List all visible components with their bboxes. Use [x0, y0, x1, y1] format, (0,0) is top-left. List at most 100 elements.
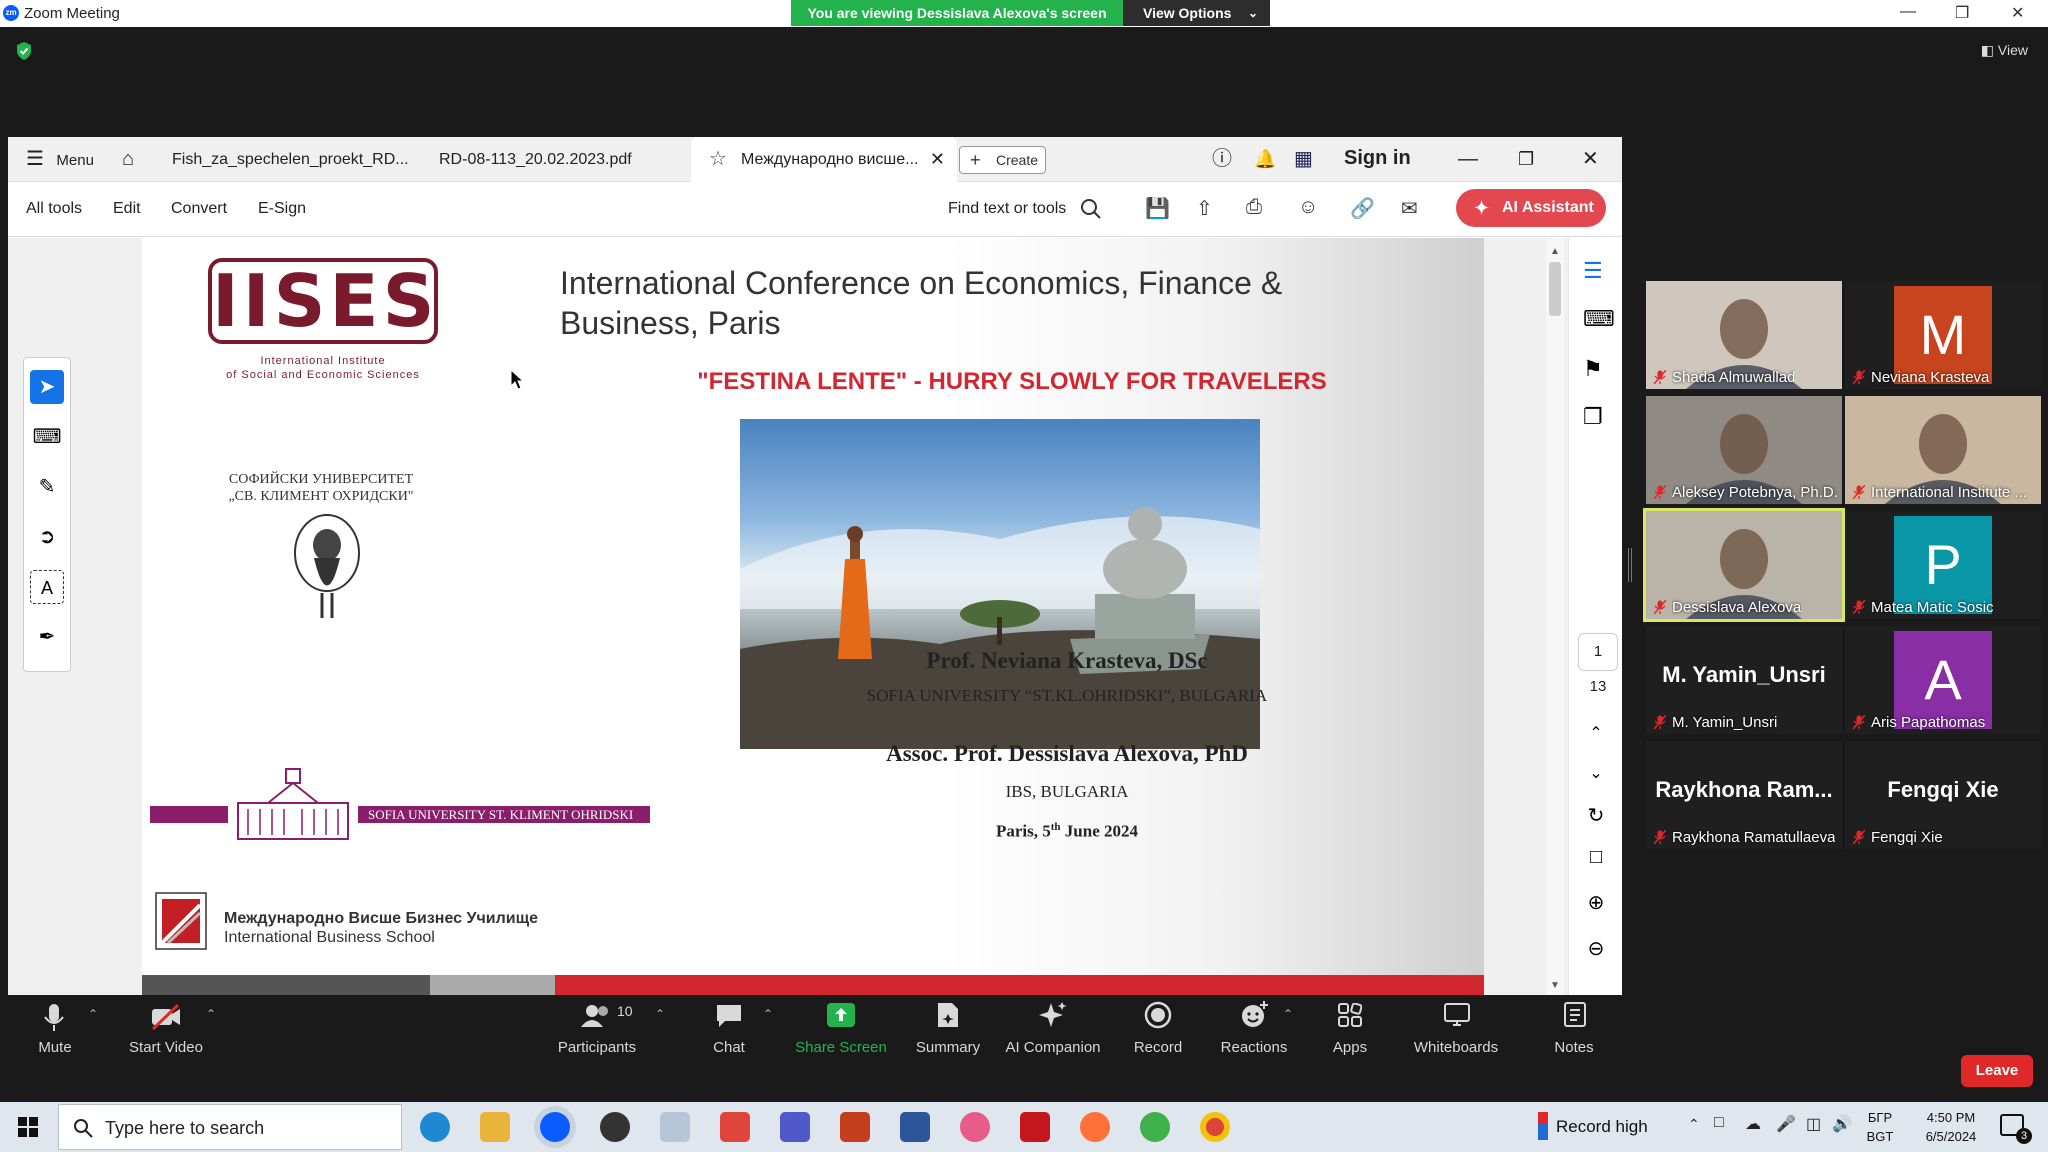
acrobat-close-button[interactable]: ✕	[1582, 137, 1599, 182]
page-number-input[interactable]: 1	[1578, 633, 1618, 671]
print-icon[interactable]: ⎙	[1246, 196, 1262, 219]
cloud-app-icon[interactable]	[1140, 1112, 1170, 1142]
anydesk-icon[interactable]	[720, 1112, 750, 1142]
participant-tile[interactable]: Fengqi Xie Fengqi Xie	[1845, 741, 2041, 849]
network-icon[interactable]: ◫	[1806, 1114, 1821, 1134]
esign-menu[interactable]: E-Sign	[258, 200, 306, 218]
rotate-icon[interactable]: ↻	[1583, 803, 1609, 829]
edit-menu[interactable]: Edit	[113, 200, 141, 218]
text-box-icon[interactable]: A	[30, 570, 64, 604]
participant-tile[interactable]: Shada Almuwallad	[1646, 281, 1842, 389]
clock[interactable]: 4:50 PM 6/5/2024	[1910, 1108, 1992, 1146]
start-video-button[interactable]: Start Video	[106, 1003, 226, 1056]
tab-document-3[interactable]: ☆ Международно висше... ✕	[691, 137, 957, 182]
audio-options-caret[interactable]: ⌃	[88, 1007, 98, 1021]
bookmarks-icon[interactable]: ⚑	[1583, 356, 1609, 382]
acrobat-minimize-button[interactable]: —	[1458, 137, 1478, 182]
taskbar-search-box[interactable]: Type here to search	[58, 1104, 402, 1150]
participants-options-caret[interactable]: ⌃	[655, 1007, 665, 1021]
participant-tile[interactable]: M Neviana Krasteva	[1845, 281, 2041, 389]
chrome-icon[interactable]	[1200, 1112, 1230, 1142]
edge-icon[interactable]	[420, 1112, 450, 1142]
close-tab-icon[interactable]: ✕	[930, 137, 945, 182]
create-button[interactable]: + Create	[959, 146, 1046, 174]
powerpoint-icon[interactable]	[840, 1112, 870, 1142]
email-icon[interactable]: ✉	[1401, 196, 1418, 221]
input-language[interactable]: БГР BGT	[1860, 1108, 1900, 1146]
participant-tile[interactable]: M. Yamin_Unsri M. Yamin_Unsri	[1646, 626, 1842, 734]
scroll-up-icon[interactable]: ▲	[1550, 246, 1560, 257]
tab-document-1[interactable]: Fish_za_spechelen_proekt_RD...	[172, 137, 409, 182]
paint-icon[interactable]	[660, 1112, 690, 1142]
acrobat-menu-button[interactable]: ☰ Menu	[26, 137, 94, 182]
close-button[interactable]: ✕	[2011, 3, 2024, 23]
participants-button[interactable]: 10 Participants	[537, 1003, 657, 1056]
participant-tile[interactable]: Dessislava Alexova	[1643, 508, 1845, 622]
apps-button[interactable]: Apps	[1290, 1003, 1410, 1056]
next-page-icon[interactable]: ⌄	[1583, 763, 1609, 789]
weather-label[interactable]: Record high	[1556, 1117, 1648, 1137]
zoom-in-icon[interactable]: ⊕	[1583, 890, 1609, 916]
link-icon[interactable]: 🔗	[1350, 196, 1375, 221]
page-fit-icon[interactable]: □	[1583, 846, 1609, 872]
file-explorer-icon[interactable]	[480, 1112, 510, 1142]
participant-tile[interactable]: A Aris Papathomas	[1845, 626, 2041, 734]
select-cursor-icon[interactable]: ➤	[30, 370, 64, 404]
view-options-button[interactable]: View Options ⌄	[1123, 0, 1270, 26]
word-icon[interactable]	[900, 1112, 930, 1142]
convert-menu[interactable]: Convert	[171, 200, 227, 218]
tray-overflow-icon[interactable]: ⌃	[1688, 1116, 1700, 1133]
mute-button[interactable]: Mute	[0, 1004, 115, 1056]
highlight-pen-icon[interactable]: ✎	[30, 470, 64, 504]
teams-icon[interactable]	[780, 1112, 810, 1142]
share-user-icon[interactable]: ☺	[1298, 196, 1318, 219]
ai-companion-button[interactable]: AI Companion	[993, 1002, 1113, 1056]
search-icon[interactable]	[1080, 198, 1102, 220]
sign-pen-icon[interactable]: ✒	[30, 620, 64, 654]
comments-icon[interactable]: ⌨	[1583, 306, 1615, 332]
pdf-page[interactable]: IISES International Institute of Social …	[142, 238, 1484, 995]
share-screen-button[interactable]: Share Screen	[781, 1003, 901, 1056]
pages-icon[interactable]: ❐	[1583, 404, 1609, 430]
notes-button[interactable]: Notes	[1514, 1002, 1634, 1056]
whiteboards-button[interactable]: Whiteboards	[1396, 1003, 1516, 1056]
notification-bell-icon[interactable]: 🔔	[1254, 137, 1276, 182]
windows-start-icon[interactable]	[18, 1117, 38, 1137]
obs-icon[interactable]	[600, 1112, 630, 1142]
microphone-tray-icon[interactable]: 🎤	[1776, 1114, 1796, 1134]
apps-grid-icon[interactable]: ▦	[1294, 137, 1313, 182]
acrobat-restore-button[interactable]: ❐	[1518, 137, 1534, 182]
maximize-button[interactable]: ❐	[1955, 3, 1969, 23]
minimize-button[interactable]: —	[1900, 3, 1916, 21]
acrobat-icon[interactable]	[1020, 1112, 1050, 1142]
chat-options-caret[interactable]: ⌃	[763, 1007, 773, 1021]
star-icon[interactable]: ☆	[709, 137, 727, 182]
help-icon[interactable]: ⓘ	[1212, 137, 1232, 182]
encryption-shield-icon[interactable]	[14, 41, 34, 61]
previous-page-icon[interactable]: ⌃	[1583, 723, 1609, 749]
firefox-icon[interactable]	[1080, 1112, 1110, 1142]
document-viewport[interactable]: IISES International Institute of Social …	[8, 238, 1568, 995]
zoom-app-icon[interactable]	[540, 1112, 570, 1142]
tray-app-icon[interactable]: □	[1714, 1114, 1724, 1132]
save-icon[interactable]: 💾	[1145, 196, 1170, 221]
gallery-resize-handle[interactable]	[1628, 548, 1632, 582]
video-options-caret[interactable]: ⌃	[206, 1007, 216, 1021]
find-text-tools[interactable]: Find text or tools	[948, 200, 1066, 218]
participant-tile[interactable]: Raykhona Ram... Raykhona Ramatullaeva	[1646, 741, 1842, 849]
draw-lasso-icon[interactable]: ➲	[30, 520, 64, 554]
all-tools-menu[interactable]: All tools	[26, 200, 82, 218]
volume-icon[interactable]: 🔊	[1832, 1114, 1852, 1134]
onedrive-icon[interactable]: ☁	[1745, 1114, 1761, 1134]
scroll-down-icon[interactable]: ▼	[1550, 980, 1560, 991]
summary-button[interactable]: Summary	[888, 1003, 1008, 1056]
view-layout-button[interactable]: ◧ View	[1981, 42, 2028, 59]
upload-icon[interactable]: ⇧	[1196, 196, 1213, 221]
add-comment-icon[interactable]: ⌨	[30, 420, 64, 454]
document-scrollbar[interactable]: ▲ ▼	[1546, 238, 1564, 995]
scroll-thumb[interactable]	[1549, 262, 1561, 316]
reactions-options-caret[interactable]: ⌃	[1283, 1007, 1293, 1021]
chat-button[interactable]: Chat	[669, 1005, 789, 1056]
generative-summary-icon[interactable]: ☰	[1583, 258, 1609, 284]
sign-in-button[interactable]: Sign in	[1344, 147, 1411, 170]
